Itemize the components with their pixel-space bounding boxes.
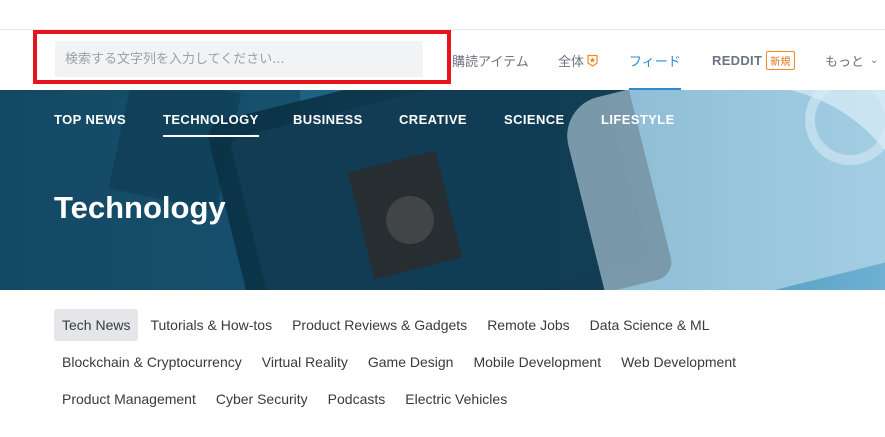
nav-reddit[interactable]: REDDIT 新規: [712, 30, 795, 90]
tag-game-design[interactable]: Game Design: [360, 346, 462, 378]
chevron-down-icon: ⌄: [870, 54, 879, 66]
tag-podcasts[interactable]: Podcasts: [320, 383, 394, 415]
nav-feed[interactable]: フィード: [629, 30, 681, 90]
page-title: Technology: [54, 190, 226, 225]
tag-blockchain[interactable]: Blockchain & Cryptocurrency: [54, 346, 250, 378]
category-tab-business[interactable]: BUSINESS: [293, 112, 363, 127]
nav-reddit-label: REDDIT: [712, 52, 763, 68]
nav-all[interactable]: 全体: [558, 30, 599, 90]
tag-mobile-development[interactable]: Mobile Development: [465, 346, 609, 378]
nav-more[interactable]: もっと ⌄: [825, 30, 878, 90]
tag-row: Tech News Tutorials & How-tos Product Re…: [54, 308, 854, 341]
category-tab-science[interactable]: SCIENCE: [504, 112, 565, 127]
tag-electric-vehicles[interactable]: Electric Vehicles: [397, 383, 515, 415]
category-tab-top-news[interactable]: TOP NEWS: [54, 112, 126, 127]
tag-cyber-security[interactable]: Cyber Security: [208, 383, 316, 415]
nav-all-label: 全体: [558, 54, 585, 70]
category-tab-creative[interactable]: CREATIVE: [399, 112, 467, 127]
tag-row: Blockchain & Cryptocurrency Virtual Real…: [54, 345, 854, 378]
tag-row: Product Management Cyber Security Podcas…: [54, 382, 854, 415]
nav-feed-label: フィード: [629, 54, 681, 70]
topic-tags: Tech News Tutorials & How-tos Product Re…: [54, 308, 854, 419]
tag-virtual-reality[interactable]: Virtual Reality: [254, 346, 356, 378]
tag-product-management[interactable]: Product Management: [54, 383, 204, 415]
star-badge-icon: [586, 54, 599, 67]
tag-data-science[interactable]: Data Science & ML: [582, 309, 718, 341]
tag-tutorials[interactable]: Tutorials & How-tos: [142, 309, 280, 341]
tag-product-reviews[interactable]: Product Reviews & Gadgets: [284, 309, 475, 341]
new-badge: 新規: [766, 50, 795, 70]
nav-subscribed-label: 購読アイテム: [452, 54, 529, 70]
hero-banner: TOP NEWS TECHNOLOGY BUSINESS CREATIVE SC…: [0, 90, 885, 290]
tag-tech-news[interactable]: Tech News: [54, 308, 139, 341]
category-tab-technology[interactable]: TECHNOLOGY: [163, 112, 259, 137]
nav-subscribed[interactable]: 購読アイテム: [452, 30, 529, 90]
tag-web-development[interactable]: Web Development: [613, 346, 744, 378]
search-highlight-box: [33, 30, 451, 84]
category-tab-lifestyle[interactable]: LIFESTYLE: [601, 112, 675, 127]
browser-top-strip: [0, 0, 885, 30]
tag-remote-jobs[interactable]: Remote Jobs: [479, 309, 577, 341]
nav-more-label: もっと: [825, 54, 865, 70]
